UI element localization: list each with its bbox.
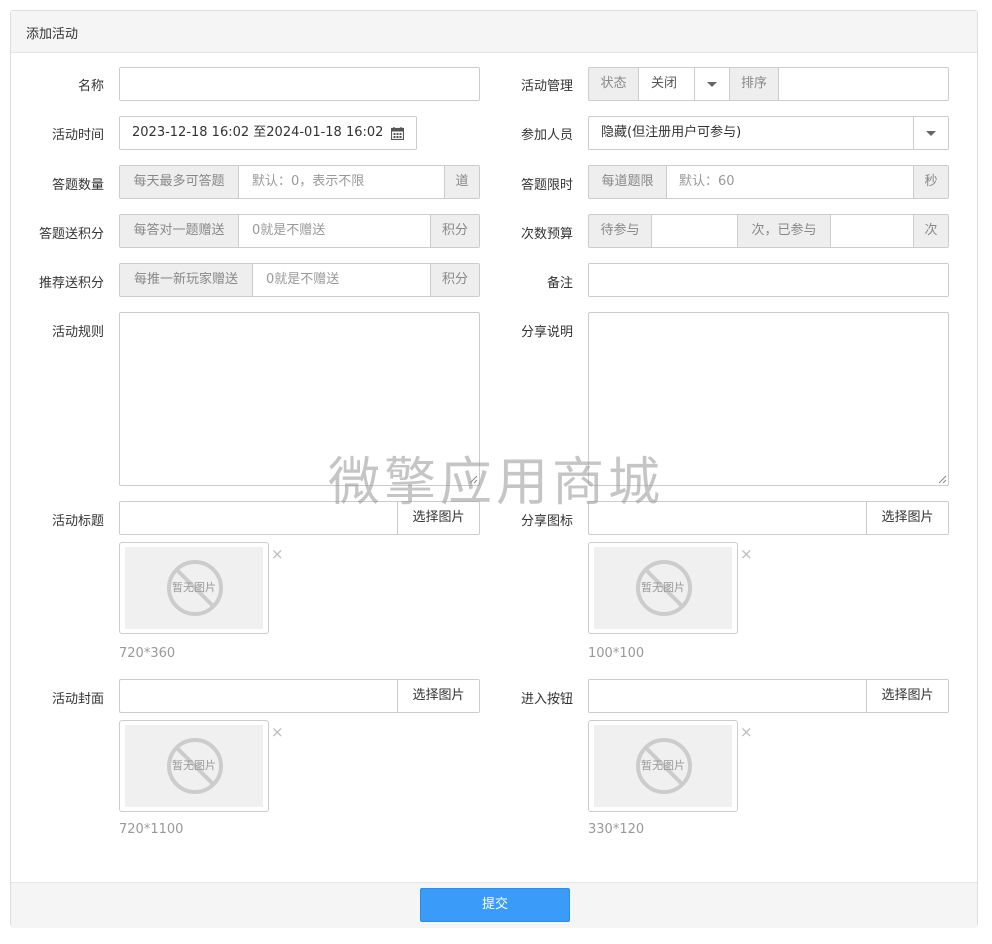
- pick-image-button[interactable]: 选择图片: [397, 502, 479, 534]
- answer-points-prefix: 每答对一题赠送: [120, 215, 239, 247]
- share-desc-label: 分享说明: [520, 325, 573, 340]
- referral-points-input[interactable]: 0就是不赠送: [266, 264, 339, 296]
- activity-title-input[interactable]: 选择图片: [119, 501, 480, 535]
- close-icon[interactable]: ×: [740, 725, 753, 740]
- submit-button[interactable]: 提交: [420, 888, 570, 922]
- referral-points-prefix: 每推一新玩家赠送: [120, 264, 253, 296]
- share-icon-label: 分享图标: [520, 514, 573, 529]
- name-label: 名称: [77, 79, 104, 94]
- activity-cover-label: 活动封面: [51, 692, 104, 707]
- close-icon[interactable]: ×: [271, 547, 284, 562]
- size-hint: 330*120: [588, 822, 645, 837]
- count-budget-group: 待参与 次，已参与 次: [588, 214, 949, 248]
- size-hint: 720*1100: [119, 822, 184, 837]
- chevron-down-icon[interactable]: [926, 131, 936, 136]
- pick-image-button[interactable]: 选择图片: [397, 680, 479, 712]
- activity-time-input[interactable]: 2023-12-18 16:02 至2024-01-18 16:02: [119, 116, 417, 150]
- participants-select[interactable]: 隐藏(但注册用户可参与): [588, 116, 949, 150]
- answer-count-label: 答题数量: [51, 178, 104, 193]
- answer-limit-group: 每道题限 默认：60 秒: [588, 165, 949, 199]
- answer-limit-prefix: 每道题限: [589, 166, 667, 198]
- referral-points-group: 每推一新玩家赠送 0就是不赠送 积分: [119, 263, 480, 297]
- activity-manage-label: 活动管理: [520, 79, 573, 94]
- enter-button-input[interactable]: 选择图片: [588, 679, 949, 713]
- no-image-text: 暂无图片: [641, 581, 685, 594]
- referral-points-suffix: 积分: [430, 264, 479, 296]
- image-preview: 暂无图片: [588, 542, 738, 634]
- participants-label: 参加人员: [520, 128, 573, 143]
- panel-header: 添加活动: [11, 11, 977, 53]
- close-icon[interactable]: ×: [271, 725, 284, 740]
- image-preview: 暂无图片: [119, 542, 269, 634]
- size-hint: 720*360: [119, 646, 176, 661]
- no-image-text: 暂无图片: [641, 759, 685, 772]
- rules-label: 活动规则: [51, 325, 104, 340]
- count-budget-label: 次数预算: [520, 227, 573, 242]
- answer-points-input[interactable]: 0就是不赠送: [252, 215, 325, 247]
- image-preview: 暂无图片: [119, 720, 269, 812]
- budget-prefix: 待参与: [589, 215, 652, 247]
- budget-middle: 次，已参与: [737, 215, 831, 247]
- participants-value: 隐藏(但注册用户可参与): [601, 125, 742, 140]
- no-image-text: 暂无图片: [172, 759, 216, 772]
- answer-count-input[interactable]: 默认：0，表示不限: [252, 166, 364, 198]
- size-hint: 100*100: [588, 646, 645, 661]
- activity-cover-input[interactable]: 选择图片: [119, 679, 480, 713]
- pick-image-button[interactable]: 选择图片: [866, 680, 948, 712]
- budget-suffix: 次: [913, 215, 948, 247]
- activity-title-label: 活动标题: [51, 514, 104, 529]
- close-icon[interactable]: ×: [740, 547, 753, 562]
- answer-limit-input[interactable]: 默认：60: [679, 166, 735, 198]
- calendar-icon[interactable]: [391, 127, 404, 140]
- answer-limit-label: 答题限时: [520, 178, 573, 193]
- remark-label: 备注: [546, 276, 573, 291]
- resize-grip-icon[interactable]: [938, 475, 947, 484]
- image-preview: 暂无图片: [588, 720, 738, 812]
- no-image-text: 暂无图片: [172, 581, 216, 594]
- answer-points-group: 每答对一题赠送 0就是不赠送 积分: [119, 214, 480, 248]
- activity-manage-group: 状态 关闭 排序: [588, 67, 949, 101]
- remark-input[interactable]: [588, 263, 949, 297]
- answer-points-label: 答题送积分: [38, 227, 104, 242]
- answer-count-group: 每天最多可答题 默认：0，表示不限 道: [119, 165, 480, 199]
- pick-image-button[interactable]: 选择图片: [866, 502, 948, 534]
- panel-footer: 提交: [11, 882, 977, 928]
- answer-count-prefix: 每天最多可答题: [120, 166, 239, 198]
- sort-addon: 排序: [730, 68, 779, 100]
- answer-count-suffix: 道: [444, 166, 479, 198]
- panel-title: 添加活动: [26, 27, 79, 42]
- share-icon-input[interactable]: 选择图片: [588, 501, 949, 535]
- rules-textarea[interactable]: [119, 312, 480, 486]
- share-desc-textarea[interactable]: [588, 312, 949, 486]
- enter-button-label: 进入按钮: [520, 692, 573, 707]
- answer-points-suffix: 积分: [430, 215, 479, 247]
- activity-time-label: 活动时间: [51, 128, 104, 143]
- referral-points-label: 推荐送积分: [38, 276, 104, 291]
- name-input[interactable]: [119, 67, 480, 101]
- activity-time-value: 2023-12-18 16:02 至2024-01-18 16:02: [132, 125, 384, 140]
- status-dropdown-icon[interactable]: [707, 82, 717, 87]
- answer-limit-suffix: 秒: [913, 166, 948, 198]
- status-addon: 状态: [589, 68, 639, 100]
- resize-grip-icon[interactable]: [469, 475, 478, 484]
- status-select-value[interactable]: 关闭: [651, 68, 677, 100]
